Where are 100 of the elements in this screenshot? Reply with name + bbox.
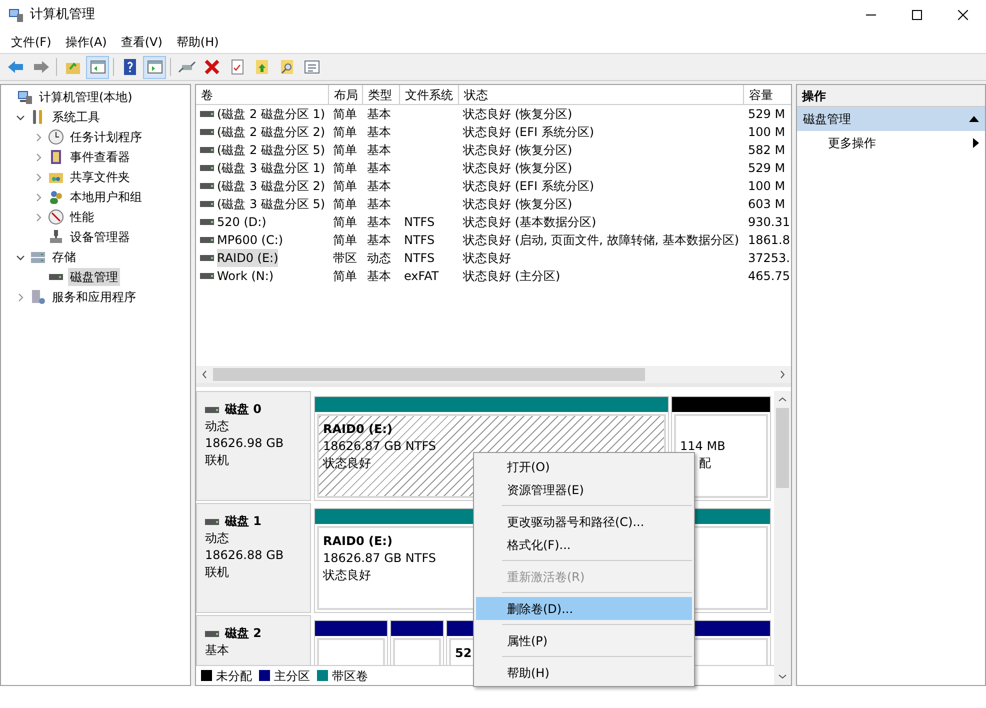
table-cell-text: 基本 [367, 142, 391, 159]
disk-size: 18626.88 GB [205, 547, 285, 564]
table-cell-text: 简单 [333, 268, 357, 285]
menu-item[interactable]: 帮助(H) [476, 661, 692, 684]
vertical-scrollbar[interactable] [774, 391, 791, 685]
scrollbar-thumb[interactable] [213, 368, 645, 381]
column-header[interactable]: 文件系统 [400, 85, 459, 104]
table-cell[interactable]: (磁盘 3 磁盘分区 2) [217, 177, 326, 195]
table-cell-text: 基本 [367, 268, 391, 285]
table-cell-text: 简单 [333, 124, 357, 141]
horizontal-scrollbar[interactable] [196, 366, 791, 383]
drive-icon [205, 406, 219, 412]
column-header[interactable]: 容量 [744, 85, 791, 104]
partition-size: 114 MB [680, 438, 726, 455]
table-cell-text: 基本 [367, 178, 391, 195]
table-cell-text: 37253. [748, 250, 790, 267]
actions-title: 操作 [797, 85, 985, 107]
chevron-right-icon[interactable] [34, 192, 43, 202]
table-cell-text: 465.75 [748, 268, 790, 285]
table-cell[interactable]: (磁盘 2 磁盘分区 2) [217, 123, 326, 141]
chevron-right-icon[interactable] [34, 172, 43, 182]
drive-icon [200, 129, 214, 135]
tree-item[interactable]: 磁盘管理 [68, 268, 120, 286]
menu-item[interactable]: 更改驱动器号和路径(C)... [476, 510, 692, 533]
table-cell-text: 简单 [333, 160, 357, 177]
partition-status: 状态良好 [323, 567, 371, 584]
drive-icon [200, 255, 214, 261]
chevron-down-icon[interactable] [16, 252, 25, 262]
tree-item[interactable]: 事件查看器 [68, 148, 132, 166]
table-cell-text: 动态 [367, 250, 391, 267]
table-cell-text: 状态良好 (EFI 系统分区) [463, 178, 594, 195]
table-cell-text: NTFS [404, 232, 435, 249]
table-cell-text: 930.31 [748, 214, 790, 231]
tree-item[interactable]: 服务和应用程序 [50, 288, 138, 306]
chevron-right-icon[interactable] [34, 152, 43, 162]
scrollbar-thumb[interactable] [776, 408, 789, 488]
table-cell[interactable]: (磁盘 3 磁盘分区 1) [217, 159, 326, 177]
device-icon [48, 229, 64, 245]
panel-icon [146, 58, 164, 76]
tree-item[interactable]: 本地用户和组 [68, 188, 144, 206]
table-cell-text: 100 M [748, 178, 786, 195]
menu-item[interactable]: 格式化(F)... [476, 533, 692, 556]
tree-item[interactable]: 任务计划程序 [68, 128, 144, 146]
table-cell[interactable]: Work (N:) [217, 267, 274, 285]
legend-label: 带区卷 [332, 668, 368, 684]
table-cell-text: 603 M [748, 196, 786, 213]
tree-item[interactable]: 存储 [50, 248, 78, 266]
disk-name: 磁盘 1 [225, 513, 262, 530]
table-cell[interactable]: RAID0 (E:) [217, 249, 278, 267]
table-cell[interactable]: (磁盘 3 磁盘分区 5) [217, 195, 326, 213]
chevron-down-icon[interactable] [16, 112, 25, 122]
tree-item[interactable]: 共享文件夹 [68, 168, 132, 186]
partition-status: 配 [699, 455, 711, 472]
disk-type: 基本 [205, 642, 230, 659]
table-cell-text: 582 M [748, 142, 786, 159]
table-cell-text: 状态良好 (恢复分区) [463, 142, 572, 159]
table-cell-text: 简单 [333, 196, 357, 213]
menu-item[interactable]: 属性(P) [476, 629, 692, 652]
chevron-right-icon[interactable] [34, 132, 43, 142]
chevron-right-icon[interactable] [16, 292, 25, 302]
table-cell[interactable]: (磁盘 2 磁盘分区 1) [217, 105, 326, 123]
table-cell-text: 简单 [333, 232, 357, 249]
tree-item[interactable]: 计算机管理(本地) [37, 88, 134, 106]
table-cell[interactable]: 520 (D:) [217, 213, 266, 231]
chevron-right-icon[interactable] [34, 212, 43, 222]
drive-icon [200, 237, 214, 243]
legend-label: 主分区 [274, 668, 310, 684]
drive-icon [200, 183, 214, 189]
menu-item[interactable]: 帮助(H) [169, 32, 226, 50]
disk-status: 联机 [205, 564, 230, 581]
actions-section-header[interactable]: 磁盘管理 [797, 107, 985, 131]
tree-button[interactable] [86, 56, 109, 78]
partition-status: 状态良好 [323, 455, 371, 472]
table-cell[interactable]: MP600 (C:) [217, 231, 284, 249]
partition-size: 18626.87 GB NTFS [323, 550, 436, 567]
column-header[interactable]: 状态 [459, 85, 744, 104]
partition-size: 18626.87 GB NTFS [323, 438, 436, 455]
window-title: 计算机管理 [30, 6, 95, 24]
legend-label: 未分配 [216, 668, 252, 684]
column-header[interactable]: 卷 [196, 85, 329, 104]
disk-type: 动态 [205, 418, 230, 435]
table-cell[interactable]: (磁盘 2 磁盘分区 5) [217, 141, 326, 159]
drive-icon [205, 518, 219, 524]
menu-item[interactable]: 操作(A) [58, 32, 114, 50]
tree-item[interactable]: 设备管理器 [68, 228, 132, 246]
table-cell-text: 状态良好 (基本数据分区) [463, 214, 596, 231]
pane-button[interactable] [143, 56, 166, 78]
table-cell-text: 简单 [333, 178, 357, 195]
action-item[interactable]: 更多操作 [797, 131, 985, 155]
column-header[interactable]: 布局 [329, 85, 363, 104]
menu-item[interactable]: 查看(V) [114, 32, 170, 50]
tree-item[interactable]: 性能 [68, 208, 96, 226]
drive-icon [205, 630, 219, 636]
users-icon [48, 189, 64, 205]
menu-item[interactable]: 文件(F) [4, 32, 58, 50]
table-cell-text: 100 M [748, 124, 786, 141]
tree-item[interactable]: 系统工具 [50, 108, 102, 126]
partition-name: RAID0 (E:) [323, 533, 392, 550]
menu-item[interactable]: 删除卷(D)... [476, 597, 692, 620]
column-header[interactable]: 类型 [363, 85, 400, 104]
